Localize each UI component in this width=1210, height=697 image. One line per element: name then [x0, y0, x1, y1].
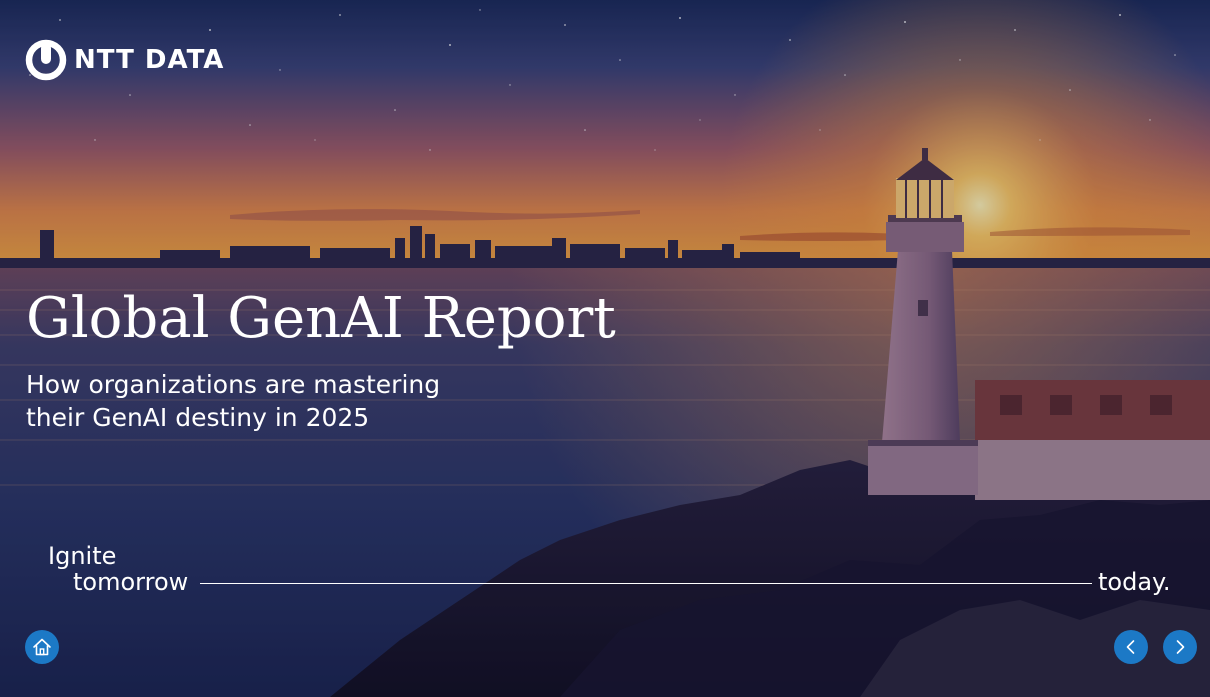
report-title: Global GenAI Report	[26, 286, 616, 351]
ntt-data-logo[interactable]: NTT DATA	[24, 38, 224, 82]
home-icon	[33, 638, 51, 656]
chevron-left-icon	[1126, 640, 1135, 654]
previous-page-button[interactable]	[1114, 630, 1148, 664]
ntt-data-logo-text: NTT DATA	[74, 45, 225, 75]
report-cover-slide: NTT DATA Global GenAI Report How organiz…	[0, 0, 1210, 697]
tagline-tomorrow: tomorrow	[73, 568, 189, 596]
home-button[interactable]	[25, 630, 59, 664]
tagline-today: today.	[1098, 568, 1171, 596]
next-page-button[interactable]	[1163, 630, 1197, 664]
tagline-ignite: Ignite	[48, 542, 117, 570]
report-subtitle: How organizations are mastering their Ge…	[26, 368, 440, 434]
tagline-divider-line	[200, 583, 1092, 584]
report-subtitle-line-2: their GenAI destiny in 2025	[26, 403, 370, 432]
chevron-right-icon	[1176, 640, 1185, 654]
ntt-data-logo-icon	[25, 39, 67, 81]
report-subtitle-line-1: How organizations are mastering	[26, 370, 441, 399]
